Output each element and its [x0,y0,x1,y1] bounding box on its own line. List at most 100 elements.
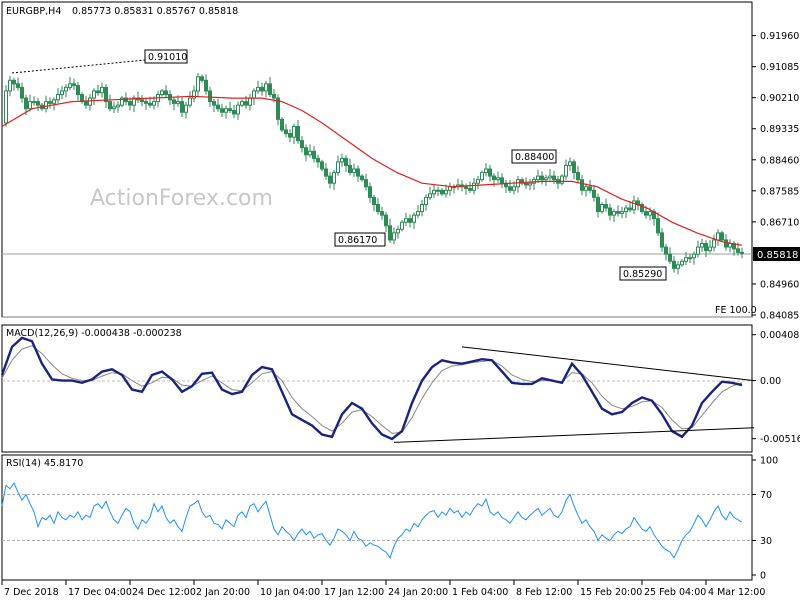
candle-body [184,104,188,113]
candle-body [316,157,320,163]
x-tick-label: 8 Feb 12:00 [516,587,572,598]
candle-body [56,94,60,101]
last-price-badge: 0.85818 [753,247,800,261]
candle-body [536,175,540,181]
candle-body [628,207,632,211]
candle-body [304,147,308,156]
candle-body [236,104,240,115]
x-tick-label: 4 Mar 12:00 [708,587,765,598]
candle-body [116,104,120,108]
candle-body [340,157,344,163]
price-tick-label: 0.91085 [760,62,799,73]
candle-body [476,179,480,184]
candle-body [292,125,296,138]
candle-body [420,203,424,213]
candle-body [580,179,584,191]
candle-body [572,161,576,174]
rsi-title: RSI(14) 45.8170 [6,458,83,469]
candle-body [740,251,744,254]
candle-body [88,97,92,106]
candle-body [416,211,420,216]
candle-body [408,218,412,223]
price-tick-label: 0.90210 [760,93,799,104]
candle-body [248,97,252,106]
candle-body [496,177,500,181]
x-tick-label: 17 Dec 04:00 [68,587,132,598]
candle-body [336,161,340,174]
candle-body [172,99,176,104]
candle-body [356,168,360,177]
candle-body [220,108,224,113]
candle-body [424,196,428,205]
macd-title: MACD(12,26,9) -0.000438 -0.000238 [6,328,182,339]
macd-tick-label: 0.00 [760,376,781,387]
candle-body [664,246,668,255]
candle-body [344,157,348,166]
candle-body [608,207,612,216]
candle-body [568,161,572,166]
candle-body [724,239,728,248]
candle-body [500,177,504,184]
candle-body [212,101,216,106]
candle-body [388,225,392,241]
candle-body [240,101,244,106]
candle-body [160,90,164,96]
annotation-label: 0.86170 [338,235,377,246]
candle-body [4,90,8,124]
candle-body [300,140,304,149]
candle-body [20,86,24,99]
candle-body [148,102,152,106]
x-tick-label: 10 Jan 04:00 [260,587,320,598]
candle-body [348,164,352,174]
candle-body [68,83,72,88]
candle-body [60,90,64,96]
candle-body [440,189,444,195]
candle-body [620,211,624,214]
ohlc-readout: 0.85773 0.85831 0.85767 0.85818 [72,6,238,17]
x-tick-label: 7 Dec 2018 [4,587,59,598]
price-tick-label: 0.88460 [760,155,799,166]
candle-body [376,203,380,213]
candle-body [612,211,616,216]
candle-body [604,203,608,209]
candle-body [312,150,316,159]
x-tick-label: 24 Jan 20:00 [388,587,448,598]
candle-body [268,83,272,96]
candle-body [548,175,552,179]
annotation-label: 0.85290 [623,269,662,280]
candle-body [412,214,416,223]
candle-body [512,186,516,191]
candle-body [392,232,396,241]
candle-body [728,243,732,248]
candle-body [52,99,56,104]
annotation-2-8840: 0.88400 [511,149,557,164]
candle-body [96,90,100,94]
candle-body [464,186,468,190]
candle-body [716,232,720,241]
rsi-tick-label: 0 [760,571,766,582]
candle-body [216,104,220,110]
candle-body [428,193,432,198]
macd-tick-label: -0.005169 [760,434,800,445]
candle-body [700,243,704,248]
candle-body [696,246,700,255]
candle-body [108,101,112,110]
candle-body [436,189,440,192]
rsi-tick-label: 100 [760,456,778,467]
candle-body [528,182,532,186]
candle-body [208,90,212,103]
x-tick-label: 1 Feb 04:00 [452,587,508,598]
candle-body [164,90,168,96]
candle-body [380,211,384,216]
candle-body [320,161,324,170]
candle-body [92,90,96,99]
candle-body [232,109,236,115]
candle-body [48,101,52,104]
candle-body [552,175,556,181]
candle-body [588,186,592,191]
candle-body [260,86,264,92]
price-tick-label: 0.91960 [760,31,799,42]
candle-body [396,228,400,234]
candle-body [692,253,696,259]
symbol-label: EURGBP,H4 [6,6,61,17]
